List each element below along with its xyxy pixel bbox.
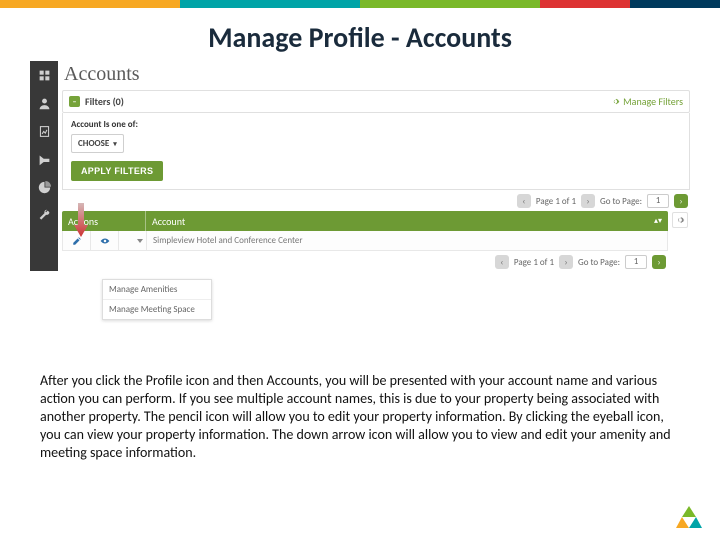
accounts-grid: Actions Account ▴▾ Simpleview Hotel and … (62, 211, 668, 251)
filter-field-label: Account Is one of: (71, 119, 681, 130)
nav-reports-icon[interactable] (30, 173, 58, 201)
pager-bottom: ‹ Page 1 of 1 › Go to Page: 1 › (62, 255, 666, 269)
row-actions-menu: Manage Amenities Manage Meeting Space (102, 279, 212, 320)
nav-collateral-icon[interactable] (30, 117, 58, 145)
filters-body: Account Is one of: CHOOSE▾ APPLY FILTERS (62, 113, 690, 190)
apply-filters-button[interactable]: APPLY FILTERS (71, 161, 163, 181)
pager-status: Page 1 of 1 (514, 257, 554, 268)
annotation-arrow-icon (74, 203, 88, 237)
grid-settings-button[interactable] (672, 212, 688, 228)
filters-label: Filters (0) (85, 95, 124, 108)
pager-goto-label: Go to Page: (600, 196, 642, 207)
pager-top: ‹ Page 1 of 1 › Go to Page: 1 › (62, 194, 688, 208)
menu-item-amenities[interactable]: Manage Amenities (103, 280, 211, 300)
brand-stripe (0, 0, 720, 8)
side-nav (30, 61, 58, 271)
pager-next-button[interactable]: › (559, 255, 573, 269)
chevron-down-icon: ▾ (113, 139, 117, 148)
menu-item-meeting-space[interactable]: Manage Meeting Space (103, 300, 211, 319)
app-screenshot: Accounts – Filters (0) Manage Filters Ac… (30, 61, 690, 333)
pager-go-button[interactable]: › (674, 194, 688, 208)
gear-icon (611, 97, 620, 106)
pager-goto-label: Go to Page: (578, 257, 620, 268)
nav-opportunities-icon[interactable] (30, 145, 58, 173)
pager-prev-button[interactable]: ‹ (517, 194, 531, 208)
row-dropdown-icon[interactable] (119, 231, 147, 250)
page-heading: Accounts (64, 63, 690, 86)
grid-header: Actions Account ▴▾ (62, 211, 668, 231)
slide-title: Manage Profile - Accounts (0, 20, 720, 55)
col-account[interactable]: Account (146, 215, 668, 228)
sort-icon[interactable]: ▴▾ (654, 216, 662, 226)
account-name-cell: Simpleview Hotel and Conference Center (147, 235, 667, 246)
pager-goto-input[interactable]: 1 (647, 194, 669, 208)
pager-next-button[interactable]: › (581, 194, 595, 208)
pager-status: Page 1 of 1 (536, 196, 576, 207)
collapse-icon[interactable]: – (69, 96, 80, 107)
pager-goto-input[interactable]: 1 (625, 255, 647, 269)
pager-prev-button[interactable]: ‹ (495, 255, 509, 269)
brand-logo-icon (676, 504, 702, 530)
view-eye-icon[interactable] (91, 231, 119, 250)
filters-header[interactable]: – Filters (0) Manage Filters (62, 90, 690, 113)
manage-filters-link[interactable]: Manage Filters (611, 95, 683, 108)
nav-profile-icon[interactable] (30, 89, 58, 117)
account-choose-dropdown[interactable]: CHOOSE▾ (71, 134, 124, 153)
slide-body-text: After you click the Profile icon and the… (40, 372, 680, 462)
nav-home-icon[interactable] (30, 61, 58, 89)
table-row: Simpleview Hotel and Conference Center (62, 231, 668, 251)
pager-go-button[interactable]: › (652, 255, 666, 269)
nav-admin-icon[interactable] (30, 201, 58, 229)
